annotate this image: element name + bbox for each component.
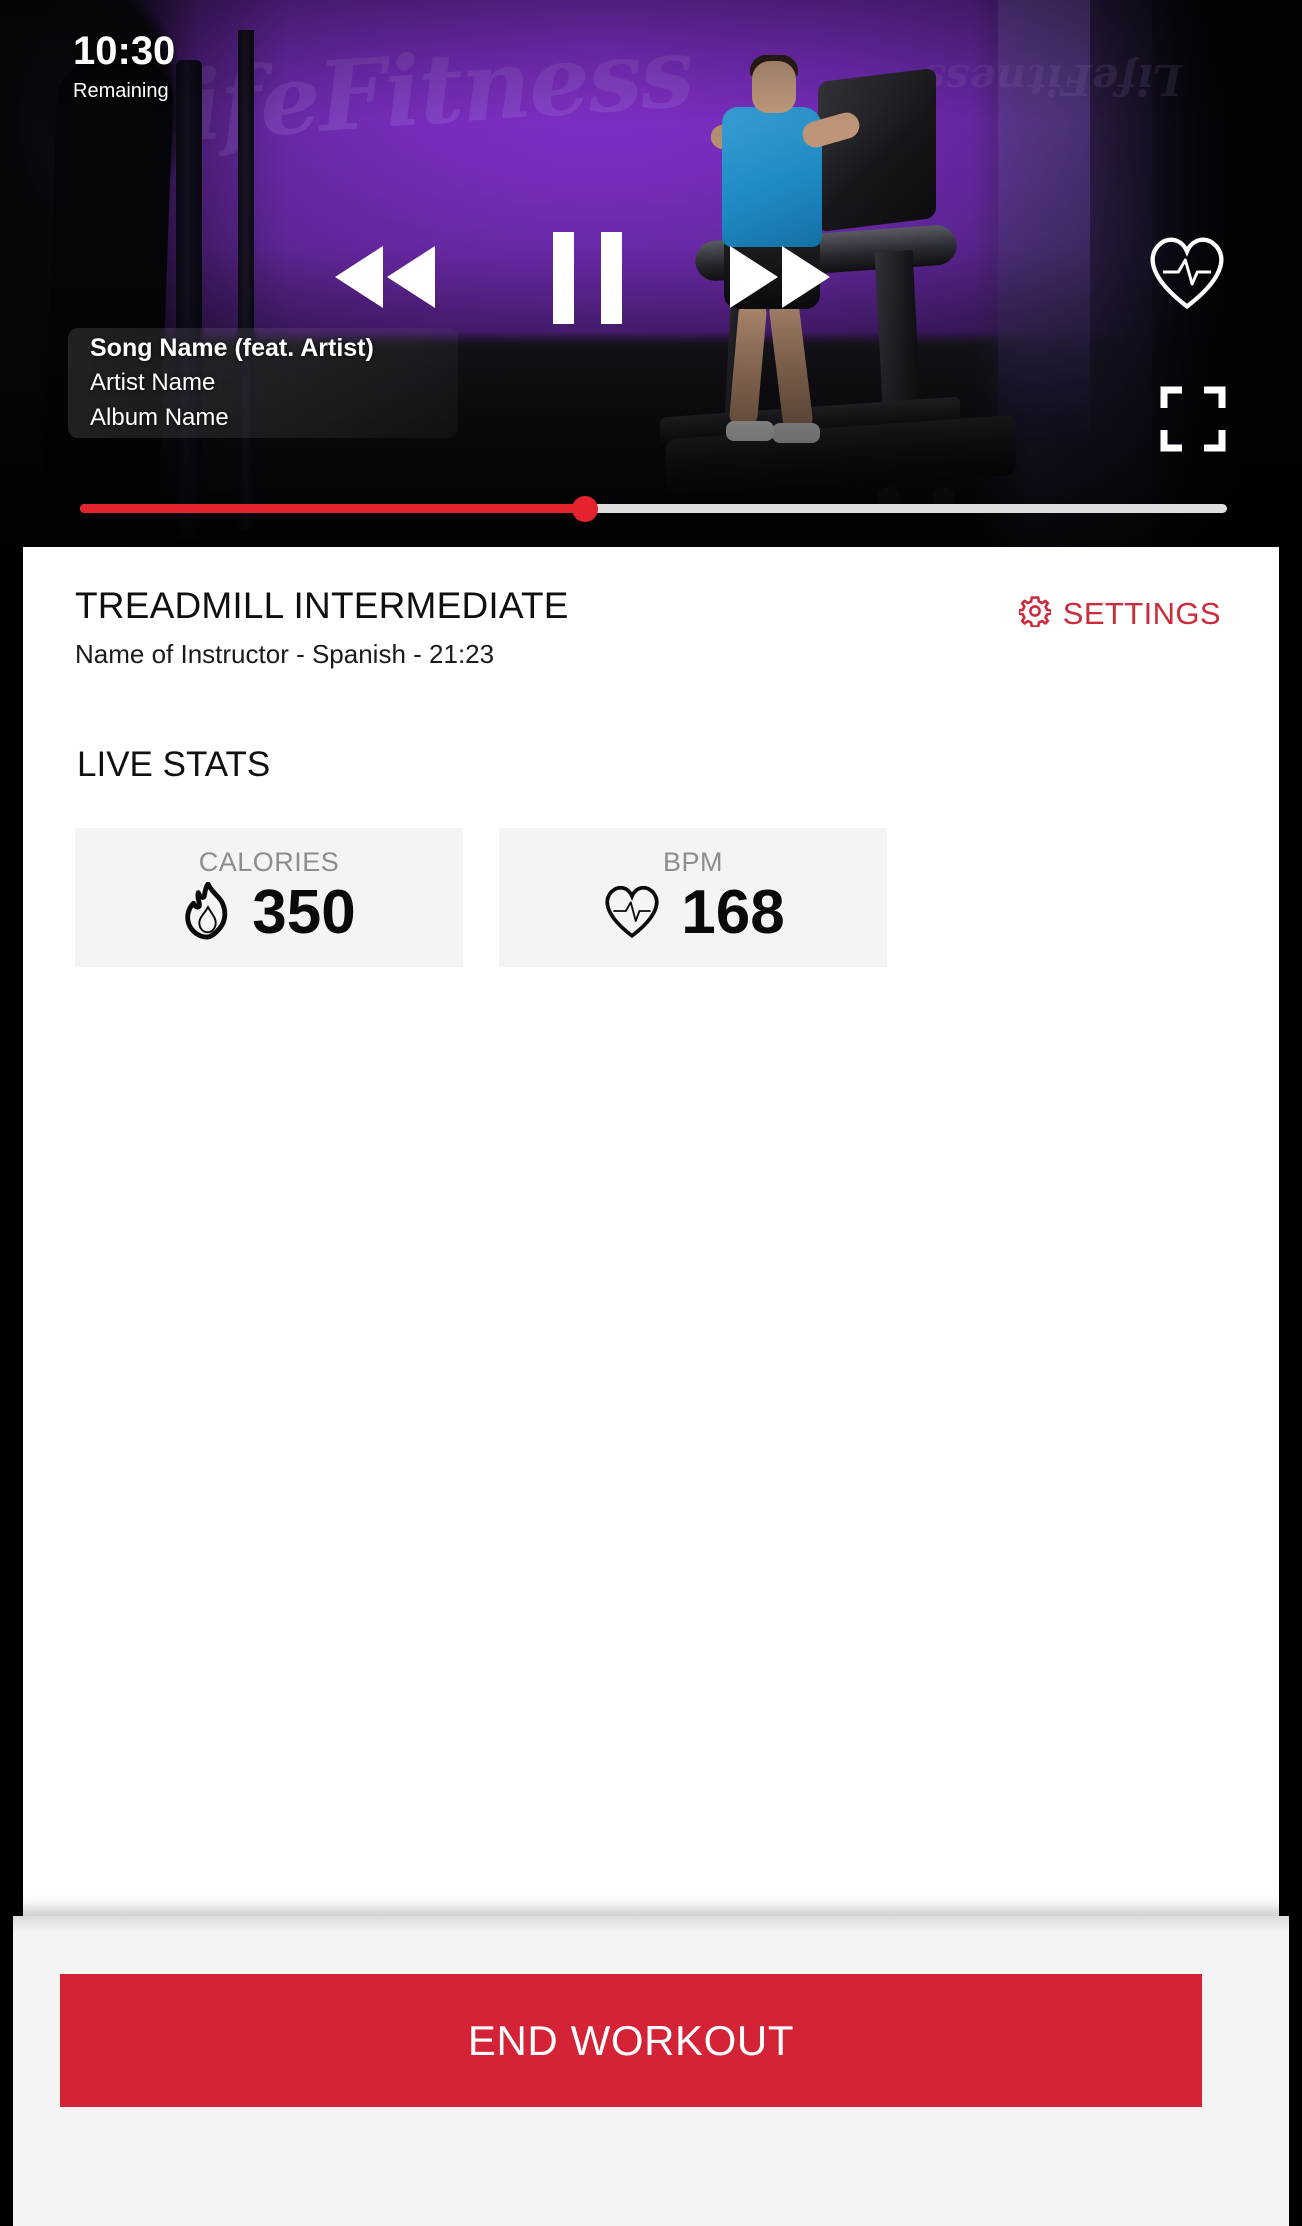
remaining-timer: 10:30 Remaining <box>73 31 175 103</box>
stat-label-calories: CALORIES <box>198 846 340 877</box>
timer-value: 10:30 <box>73 29 176 73</box>
song-title: Song Name (feat. Artist) <box>90 334 374 362</box>
fullscreen-icon[interactable] <box>1160 386 1226 452</box>
now-playing-info: Song Name (feat. Artist) Artist Name Alb… <box>90 333 374 433</box>
flame-icon <box>182 881 234 945</box>
stat-card-bpm: BPM 168 <box>499 828 887 967</box>
app-screen: LifeFitness LifeFitness 10:30 Remaining … <box>0 0 1302 2226</box>
stat-label-bpm: BPM <box>662 846 723 877</box>
live-stats-heading: LIVE STATS <box>77 745 271 784</box>
progress-thumb[interactable] <box>571 496 598 522</box>
heart-pulse-icon <box>601 882 663 945</box>
settings-label: SETTINGS <box>1062 595 1221 631</box>
live-stats-cards: CALORIES 350 BPM 168 <box>75 828 887 967</box>
bottom-action-bar: END WORKOUT <box>13 1916 1289 2226</box>
workout-header-text: TREADMILL INTERMEDIATE Name of Instructo… <box>75 585 569 670</box>
song-album: Album Name <box>90 403 229 431</box>
page-title: TREADMILL INTERMEDIATE <box>75 585 569 626</box>
stat-card-calories: CALORIES 350 <box>75 828 463 967</box>
stat-value-bpm: 168 <box>681 878 785 947</box>
workout-details-panel: TREADMILL INTERMEDIATE Name of Instructo… <box>23 547 1279 1916</box>
stat-value-calories: 350 <box>252 878 356 947</box>
gear-icon <box>1017 595 1053 632</box>
video-player[interactable]: LifeFitness LifeFitness 10:30 Remaining … <box>0 0 1302 547</box>
fast-forward-button[interactable] <box>730 246 830 308</box>
progress-fill <box>80 504 585 513</box>
end-workout-button[interactable]: END WORKOUT <box>60 1974 1202 2107</box>
video-progress-bar[interactable] <box>80 496 1227 522</box>
timer-label: Remaining <box>73 80 169 102</box>
transport-controls <box>0 232 1302 324</box>
rewind-button[interactable] <box>335 246 435 308</box>
pause-button[interactable] <box>553 232 643 324</box>
heart-pulse-icon[interactable] <box>1144 232 1230 312</box>
workout-subtitle: Name of Instructor - Spanish - 21:23 <box>75 638 495 669</box>
workout-header-row: TREADMILL INTERMEDIATE Name of Instructo… <box>75 585 1239 670</box>
settings-button[interactable]: SETTINGS <box>1017 595 1221 632</box>
song-artist: Artist Name <box>90 369 216 396</box>
